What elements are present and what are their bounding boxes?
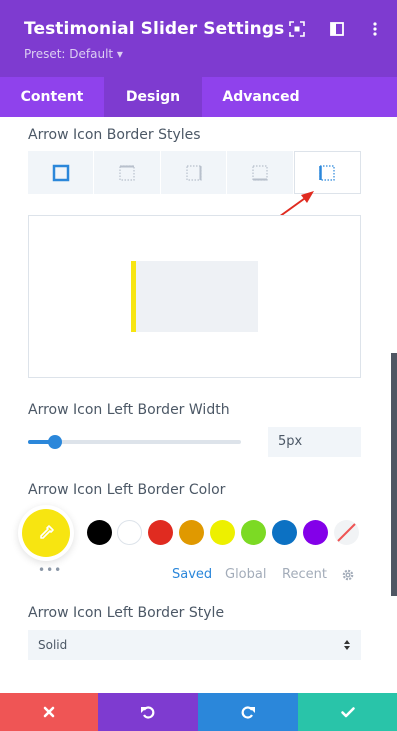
redo-button[interactable] (198, 693, 298, 731)
select-arrows-icon (344, 640, 350, 650)
sidebar-icon[interactable] (329, 21, 345, 37)
border-width-slider-handle[interactable] (48, 435, 62, 449)
redo-icon (241, 706, 255, 719)
close-icon (43, 706, 55, 718)
border-color-label: Arrow Icon Left Border Color (28, 482, 226, 498)
border-top-option[interactable] (94, 151, 160, 194)
save-button[interactable] (298, 693, 397, 731)
panel-title: Testimonial Slider Settings (24, 19, 285, 39)
border-preview-sample (131, 261, 258, 332)
undo-button[interactable] (98, 693, 198, 731)
border-right-icon (185, 164, 202, 181)
tab-content[interactable]: Content (0, 77, 104, 117)
expand-icon[interactable] (289, 21, 305, 37)
border-top-icon (119, 164, 135, 181)
color-swatch-green[interactable] (241, 520, 266, 545)
tab-design[interactable]: Design (104, 77, 202, 117)
settings-tabs: Content Design Advanced (0, 77, 397, 117)
more-icon[interactable] (367, 21, 383, 37)
border-style-select[interactable]: Solid (28, 630, 361, 660)
preset-dropdown[interactable]: Preset: Default ▾ (24, 47, 123, 61)
border-all-sides-option[interactable] (28, 151, 94, 194)
palette-tab-recent[interactable]: Recent (282, 567, 327, 582)
border-right-option[interactable] (160, 151, 227, 194)
check-icon (340, 707, 355, 718)
color-swatch-blue[interactable] (272, 520, 297, 545)
border-style-label: Arrow Icon Left Border Style (28, 605, 225, 621)
color-swatch-white[interactable] (117, 520, 142, 545)
color-swatch-none[interactable] (334, 520, 359, 545)
discard-button[interactable] (0, 693, 98, 731)
border-bottom-icon (252, 164, 268, 181)
border-width-input[interactable]: 5px (268, 427, 361, 457)
undo-icon (141, 706, 155, 719)
border-styles-label: Arrow Icon Border Styles (28, 127, 201, 143)
scrollbar[interactable] (391, 353, 397, 596)
border-width-label: Arrow Icon Left Border Width (28, 402, 230, 418)
palette-tab-global[interactable]: Global (225, 567, 266, 582)
palette-tab-saved[interactable]: Saved (172, 567, 212, 582)
border-style-value: Solid (38, 638, 68, 652)
color-swatch-red[interactable] (148, 520, 173, 545)
color-picker-button[interactable] (22, 509, 70, 557)
no-color-icon (337, 523, 356, 542)
settings-header: Testimonial Slider Settings Preset: Defa… (0, 0, 397, 77)
more-colors-dots[interactable]: ••• (38, 563, 62, 577)
color-swatch-black[interactable] (87, 520, 112, 545)
color-swatch-purple[interactable] (303, 520, 328, 545)
border-left-icon (319, 164, 335, 181)
gear-icon[interactable] (341, 568, 355, 582)
border-preview (28, 215, 361, 378)
border-all-icon (52, 164, 69, 181)
color-swatch-orange[interactable] (179, 520, 204, 545)
tab-advanced[interactable]: Advanced (202, 77, 320, 117)
eyedropper-icon (40, 525, 54, 539)
footer-actions (0, 693, 397, 731)
color-swatch-yellow[interactable] (210, 520, 235, 545)
